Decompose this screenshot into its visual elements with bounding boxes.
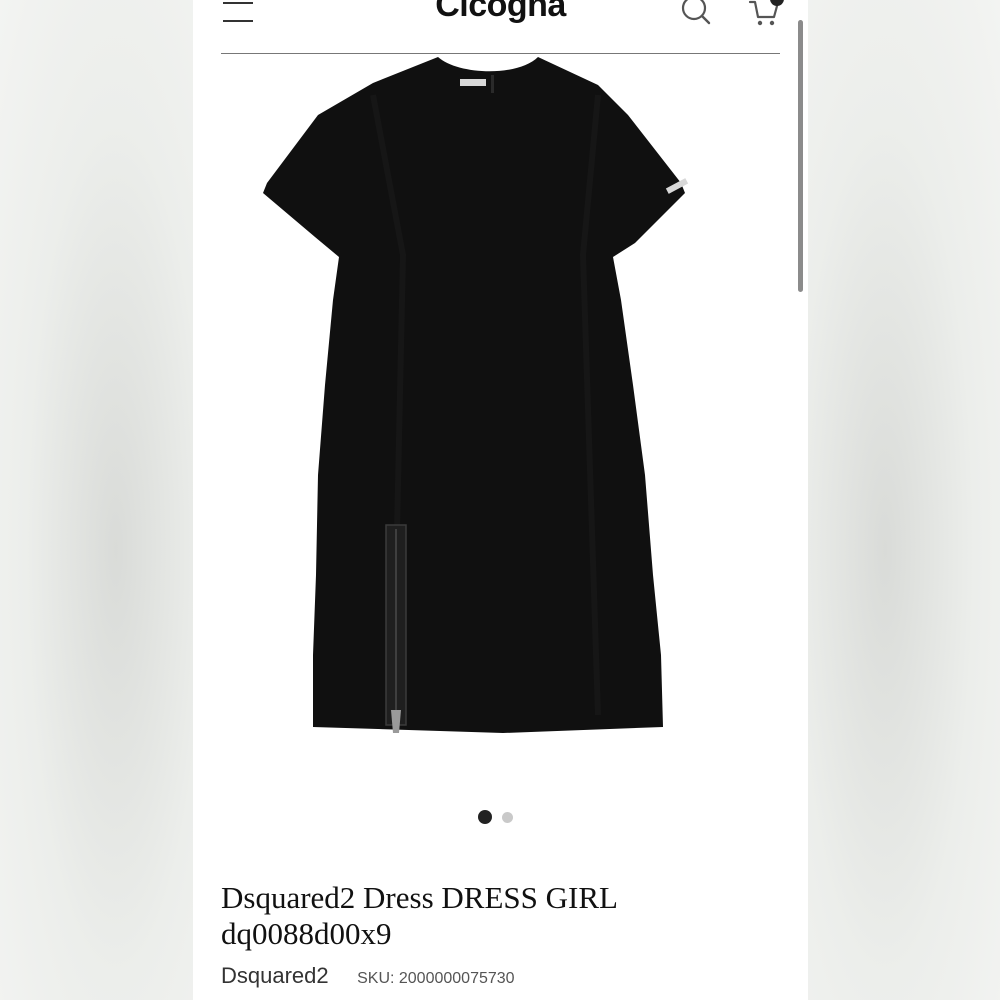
carousel-dot-1[interactable] <box>478 810 492 824</box>
header: Cicogna <box>193 0 808 55</box>
carousel-dots <box>478 810 528 824</box>
background-right <box>808 0 1000 1000</box>
carousel-dot-2[interactable] <box>502 812 513 823</box>
product-brand[interactable]: Dsquared2 <box>221 963 329 988</box>
product-meta: Dsquared2 SKU: 2000000075730 <box>221 963 781 993</box>
dress-shape <box>263 57 685 733</box>
shopping-cart-icon[interactable] <box>748 0 784 28</box>
search-icon[interactable] <box>681 0 713 26</box>
header-divider <box>221 53 780 54</box>
neck-label <box>460 79 486 86</box>
phone-screen: Cicogna Dsquared2 Dress DRESS GIRL dq008… <box>193 0 808 1000</box>
background-left <box>0 0 193 1000</box>
site-logo[interactable]: Cicogna <box>193 0 808 25</box>
scrollbar[interactable] <box>798 20 803 292</box>
product-image[interactable] <box>253 55 753 755</box>
product-sku: SKU: 2000000075730 <box>357 970 515 987</box>
product-title: Dsquared2 Dress DRESS GIRL dq0088d00x9 <box>221 880 617 951</box>
